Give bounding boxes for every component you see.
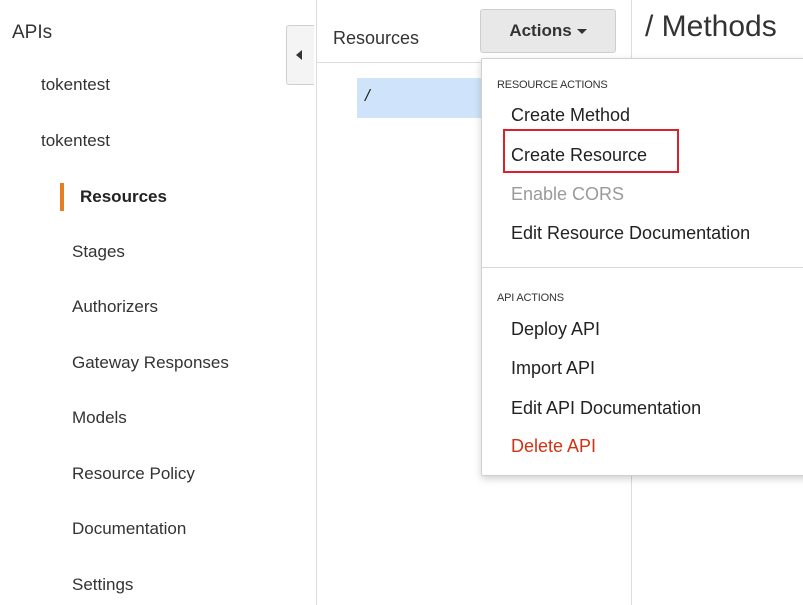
sidebar-item-label: Resources (80, 187, 167, 206)
menu-divider (482, 267, 803, 268)
actions-dropdown-menu: RESOURCE ACTIONS Create Method Create Re… (481, 58, 803, 476)
actions-button-label: Actions (509, 21, 572, 40)
sidebar-item-resources[interactable]: Resources (60, 183, 167, 211)
menu-section-header-api-actions: API ACTIONS (497, 292, 564, 304)
menu-item-enable-cors: Enable CORS (511, 184, 625, 204)
chevron-left-icon (296, 50, 302, 60)
sidebar-api-item[interactable]: tokentest (41, 131, 110, 151)
sidebar-item-documentation[interactable]: Documentation (72, 519, 186, 539)
caret-down-icon (576, 29, 587, 35)
sidebar: APIs tokentest tokentest Resources Stage… (0, 0, 317, 605)
sidebar-item-gateway-responses[interactable]: Gateway Responses (72, 353, 229, 373)
sidebar-item-settings[interactable]: Settings (72, 575, 133, 595)
menu-item-import-api[interactable]: Import API (511, 358, 595, 379)
menu-item-delete-api[interactable]: Delete API (511, 436, 596, 457)
sidebar-item-stages[interactable]: Stages (72, 242, 125, 262)
page-title: / Methods (645, 10, 777, 43)
collapse-sidebar-button[interactable] (286, 25, 314, 85)
menu-item-deploy-api[interactable]: Deploy API (511, 319, 600, 340)
menu-item-edit-resource-documentation[interactable]: Edit Resource Documentation (511, 223, 750, 244)
menu-section-header-resource-actions: RESOURCE ACTIONS (497, 79, 608, 91)
menu-item-create-resource[interactable]: Create Resource (511, 145, 647, 166)
sidebar-item-models[interactable]: Models (72, 408, 127, 428)
sidebar-api-item[interactable]: tokentest (41, 75, 110, 95)
actions-dropdown-button[interactable]: Actions (480, 9, 616, 53)
sidebar-title[interactable]: APIs (12, 22, 52, 44)
resource-path-label: / (365, 86, 370, 105)
menu-item-edit-api-documentation[interactable]: Edit API Documentation (511, 398, 701, 419)
sidebar-item-authorizers[interactable]: Authorizers (72, 297, 158, 317)
menu-item-create-method[interactable]: Create Method (511, 105, 630, 126)
sidebar-item-resource-policy[interactable]: Resource Policy (72, 464, 195, 484)
resources-title: Resources (333, 28, 420, 48)
